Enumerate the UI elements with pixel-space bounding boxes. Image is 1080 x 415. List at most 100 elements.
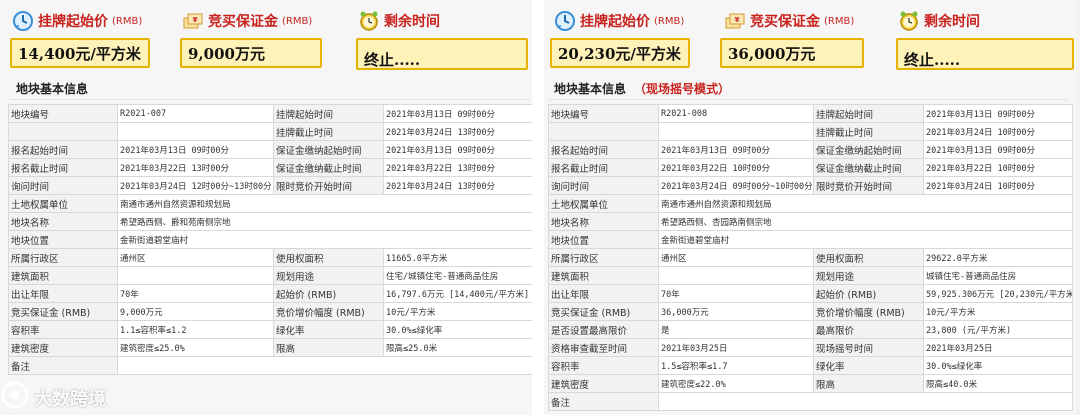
field-value	[658, 122, 814, 141]
table-row: 是否设置最高限价是最高限价 23,800 (元/平方米)	[548, 320, 1073, 339]
field-value: 29622.0平方米	[923, 248, 1073, 267]
table-row: 挂牌截止时间 2021年03月24日 10时00分	[548, 122, 1073, 141]
field-label: 询问时间	[8, 176, 118, 195]
field-value: 2021年03月24日 13时00分	[383, 176, 532, 195]
start-price-value: 20,230元/平方米	[550, 38, 690, 68]
field-label: 出让年限	[8, 284, 118, 303]
field-value: 2021年03月24日 13时00分	[383, 122, 532, 141]
field-label: 建筑密度	[548, 374, 659, 393]
field-value: 2021年03月24日 10时00分	[923, 122, 1073, 141]
field-value: 是	[658, 320, 814, 339]
field-label: 限高	[273, 338, 384, 357]
field-label: 报名截止时间	[8, 158, 118, 177]
field-value: 2021年03月22日 10时00分	[923, 158, 1073, 177]
field-label: 挂牌起始时间	[813, 104, 924, 123]
table-row: 备注	[548, 392, 1073, 411]
table-row: 报名截止时间 2021年03月22日 10时00分 保证金缴纳截止时间 2021年03…	[548, 158, 1073, 177]
field-label: 现场摇号时间	[813, 338, 924, 357]
field-label: 挂牌截止时间	[273, 122, 384, 141]
table-row: 所属行政区 通州区 使用权面积 11665.0平方米	[8, 248, 532, 267]
field-value: 建筑密度≤25.0%	[117, 338, 274, 357]
field-value: 南通市通州自然资源和规划局	[658, 194, 1073, 213]
rmb-label: (RMB)	[112, 15, 143, 27]
field-label: 保证金缴纳截止时间	[813, 158, 924, 177]
field-label: 起始价 (RMB)	[813, 284, 924, 303]
table-row: 备注	[8, 356, 532, 375]
field-value: 2021年03月22日 13时00分	[383, 158, 532, 177]
field-value: 限高≤40.0米	[923, 374, 1073, 393]
field-value: 通州区	[117, 248, 274, 267]
field-value: 2021年03月22日 13时00分	[117, 158, 274, 177]
field-label: 备注	[8, 356, 118, 375]
field-value: 2021年03月25日	[658, 338, 814, 357]
deposit-label: 竞买保证金	[750, 14, 820, 30]
field-label: 土地权属单位	[548, 194, 659, 213]
table-row: 建筑面积 规划用途 城镇住宅-普通商品住房	[548, 266, 1073, 285]
field-label: 出让年限	[548, 284, 659, 303]
table-row: 竞买保证金 (RMB) 36,000万元 竞价增价幅度 (RMB) 10元/平方米	[548, 302, 1073, 321]
table-row: 出让年限 70年 起始价 (RMB) 59,925.306万元 [20,230元/平方…	[548, 284, 1073, 303]
field-value: 2021年03月22日 10时00分	[658, 158, 814, 177]
rmb-label: (RMB)	[824, 15, 855, 27]
field-value: 30.0%≤绿化率	[383, 320, 532, 339]
clock-arrow-icon	[554, 10, 576, 32]
land-info-table: 地块编号 R2021-008 挂牌起始时间 2021年03月13日 09时00分 挂牌截…	[548, 104, 1073, 411]
table-row: 出让年限 70年 起始价 (RMB) 16,797.6万元 [14,400元/平方米]	[8, 284, 532, 303]
land-info-table: 地块编号 R2021-007 挂牌起始时间 2021年03月13日 09时00分 挂牌截…	[8, 104, 532, 375]
field-label: 备注	[548, 392, 659, 411]
table-row: 建筑密度 建筑密度≤25.0% 限高 限高≤25.0米	[8, 338, 532, 357]
start-price-header: 挂牌起始价 (RMB)	[554, 8, 684, 34]
field-label: 建筑面积	[8, 266, 118, 285]
field-label: 竞价增价幅度 (RMB)	[273, 302, 384, 321]
field-value: 2021年03月24日 10时00分	[923, 176, 1073, 195]
table-row: 容积率 1.5≤容积率≤1.7 绿化率 30.0%≤绿化率	[548, 356, 1073, 375]
table-row: 地块名称 希望路西侧、杏园路南侧宗地	[548, 212, 1073, 231]
field-value: 金新街道碧堂庙村	[117, 230, 532, 249]
field-value	[117, 122, 274, 141]
field-value: 70年	[658, 284, 814, 303]
deposit-header: ¥ 竞买保证金 (RMB)	[182, 8, 312, 34]
field-value: R2021-007	[117, 104, 274, 123]
field-value: 2021年03月13日 09时00分	[383, 104, 532, 123]
table-row: 报名截止时间 2021年03月22日 13时00分 保证金缴纳截止时间 2021年03…	[8, 158, 532, 177]
table-row: 报名起始时间 2021年03月13日 09时00分 保证金缴纳起始时间 2021年03…	[8, 140, 532, 159]
field-label: 建筑面积	[548, 266, 659, 285]
watermark-logo-icon	[0, 380, 30, 415]
field-value: 通州区	[658, 248, 814, 267]
table-row: 询问时间 2021年03月24日 09时00分~10时00分 限时竞价开始时间 202…	[548, 176, 1073, 195]
field-value: 2021年03月13日 09时00分	[923, 140, 1073, 159]
field-value: 希望路西侧、爵和苑南侧宗地	[117, 212, 532, 231]
start-price-label: 挂牌起始价	[580, 14, 650, 30]
remaining-label: 剩余时间	[384, 14, 440, 30]
table-row: 所属行政区 通州区 使用权面积 29622.0平方米	[548, 248, 1073, 267]
field-label: 起始价 (RMB)	[273, 284, 384, 303]
field-value: 59,925.306万元 [20,230元/平方米]	[923, 284, 1073, 303]
field-label: 建筑密度	[8, 338, 118, 357]
field-value: 建筑密度≤22.0%	[658, 374, 814, 393]
field-value: 限高≤25.0米	[383, 338, 532, 357]
table-row: 地块名称 希望路西侧、爵和苑南侧宗地	[8, 212, 532, 231]
deposit-label: 竞买保证金	[208, 14, 278, 30]
rmb-label: (RMB)	[654, 15, 685, 27]
watermark-text: 大数跨境	[34, 388, 106, 410]
field-label: 使用权面积	[273, 248, 384, 267]
field-label: 地块编号	[548, 104, 659, 123]
field-label: 地块名称	[548, 212, 659, 231]
table-row: 容积率 1.1≤容积率≤1.2 绿化率 30.0%≤绿化率	[8, 320, 532, 339]
field-label: 地块位置	[548, 230, 659, 249]
money-icon: ¥	[724, 10, 746, 32]
deposit-header: ¥ 竞买保证金 (RMB)	[724, 8, 854, 34]
field-value: 16,797.6万元 [14,400元/平方米]	[383, 284, 532, 303]
field-value: 住宅/城镇住宅-普通商品住房	[383, 266, 532, 285]
field-value	[658, 392, 1073, 411]
table-row: 土地权属单位 南通市通州自然资源和规划局	[8, 194, 532, 213]
field-label: 报名起始时间	[548, 140, 659, 159]
table-row: 地块编号 R2021-008 挂牌起始时间 2021年03月13日 09时00分	[548, 104, 1073, 123]
table-row: 建筑面积 规划用途 住宅/城镇住宅-普通商品住房	[8, 266, 532, 285]
remaining-label: 剩余时间	[924, 14, 980, 30]
field-label	[548, 122, 659, 141]
table-row: 竞买保证金 (RMB) 9,000万元 竞价增价幅度 (RMB) 10元/平方米	[8, 302, 532, 321]
right-land-panel: 挂牌起始价 (RMB) ¥ 竞买保证金 (RMB) 剩余时间 20,230元/平…	[544, 0, 1076, 415]
field-label: 所属行政区	[8, 248, 118, 267]
field-value: 南通市通州自然资源和规划局	[117, 194, 532, 213]
